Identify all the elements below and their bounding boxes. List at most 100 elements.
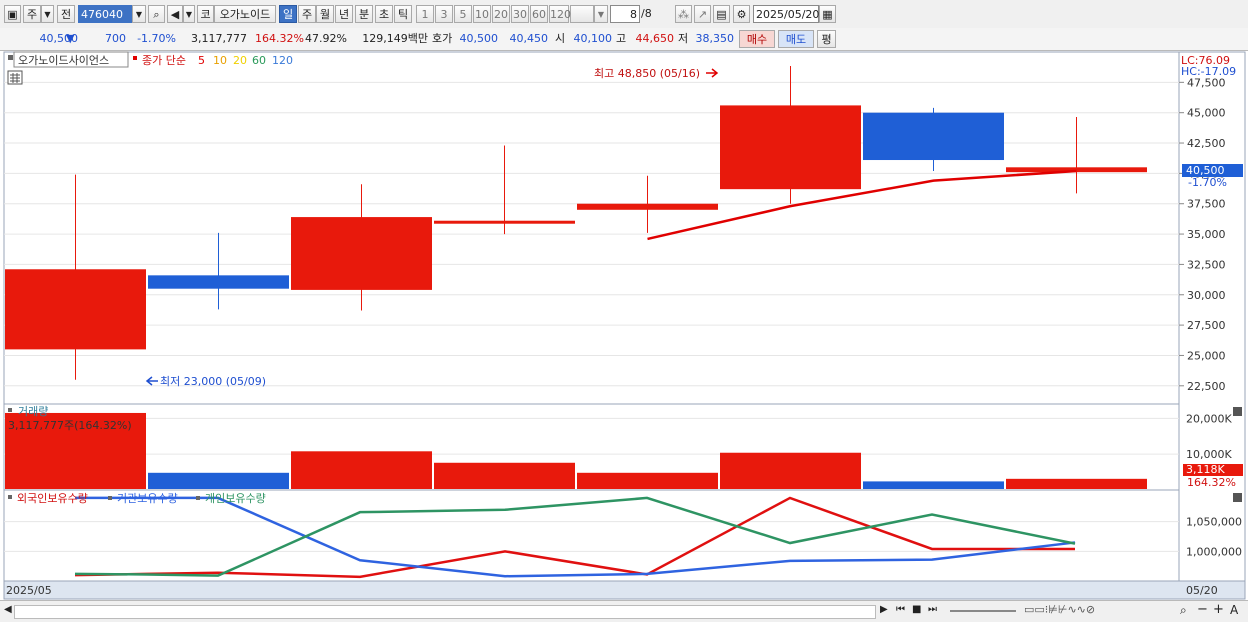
period-tab-3[interactable]: 년: [335, 5, 353, 23]
period-tab-4[interactable]: 분: [355, 5, 373, 23]
search-icon[interactable]: ⌕: [148, 5, 165, 23]
candle-body: [720, 105, 861, 190]
save-icon[interactable]: ▤: [713, 5, 730, 23]
price-axis-label: 35,000: [1187, 228, 1226, 241]
stock-code-input[interactable]: 476040: [78, 5, 132, 23]
candle-body: [577, 203, 718, 210]
stock-code-dropdown-icon[interactable]: ▼: [132, 5, 146, 23]
stock-legend-name: 오가노이드사이언스: [18, 54, 109, 67]
volume-ratio: 164.32%: [255, 32, 304, 45]
holdings-axis-label: 1,000,000: [1186, 545, 1242, 558]
interval-button-1[interactable]: 3: [435, 5, 453, 23]
count-total: /8: [641, 7, 652, 20]
volume-panel-close-icon[interactable]: [1233, 407, 1242, 416]
interval-button-3[interactable]: 10: [473, 5, 491, 23]
interval-button-6[interactable]: 60: [530, 5, 548, 23]
period-tab-1[interactable]: 주: [298, 5, 316, 23]
volume-bar: [434, 462, 575, 489]
price-change: 700: [105, 32, 126, 45]
zoom-slider[interactable]: [950, 610, 1016, 612]
zoom-in-icon[interactable]: +: [1213, 602, 1224, 617]
open-label: 시: [555, 32, 566, 45]
current-price-tag-pct: -1.70%: [1188, 176, 1227, 189]
interval-button-7[interactable]: 120: [549, 5, 571, 23]
period-tab-6[interactable]: 틱: [394, 5, 412, 23]
period-tab-2[interactable]: 월: [316, 5, 334, 23]
high-label: 고: [616, 32, 627, 45]
volume-bar: [720, 452, 861, 489]
legend-foreign-holdings: 외국인보유수량: [17, 492, 88, 505]
prev-button[interactable]: 전: [57, 5, 75, 23]
holdings-panel-close-icon[interactable]: [1233, 493, 1242, 502]
draw-tool-icon[interactable]: ↗: [694, 5, 711, 23]
scroll-left-icon[interactable]: ◀: [4, 604, 12, 615]
count-input[interactable]: 8: [610, 5, 640, 23]
candle-body: [863, 112, 1004, 161]
price-axis-label: 37,500: [1187, 198, 1226, 211]
candle-body: [5, 269, 146, 350]
legend-individual-holdings: 개인보유수량: [205, 492, 266, 505]
eval-button[interactable]: 평: [817, 30, 836, 48]
interval-button-2[interactable]: 5: [454, 5, 472, 23]
market-dropdown-icon[interactable]: ▼: [41, 5, 54, 23]
bid-price: 40,450: [509, 32, 549, 45]
ma-legend-item: 5: [198, 54, 205, 67]
low-price: 38,350: [695, 32, 735, 45]
holdings-axis-label: 1,050,000: [1186, 516, 1242, 529]
price-axis-label: 30,000: [1187, 289, 1226, 302]
buy-button[interactable]: 매수: [739, 30, 775, 48]
layout-icons[interactable]: ▭▭⁝⊭⊬∿∿⊘: [1024, 603, 1095, 616]
zoom-out-icon[interactable]: −: [1197, 602, 1208, 617]
interval-dropdown-icon[interactable]: ▼: [594, 5, 608, 23]
interval-custom-field[interactable]: [570, 5, 594, 23]
rewind-icon[interactable]: ⏮: [896, 604, 905, 615]
quote-bar: 40,500 ▼ 700 -1.70% 3,117,777 164.32% 47…: [0, 28, 1248, 51]
gear-icon[interactable]: ⚙: [733, 5, 750, 23]
ask-label: 호가: [432, 32, 453, 45]
market-select[interactable]: 주: [23, 5, 41, 23]
horizontal-scrollbar[interactable]: [14, 605, 876, 619]
zoom-search-icon[interactable]: ⌕: [1180, 603, 1187, 618]
ma-legend-bullet-icon: [133, 56, 137, 60]
text-size-icon[interactable]: A: [1230, 603, 1238, 617]
volume-bar: [1006, 478, 1147, 489]
market-type-badge[interactable]: 코: [197, 5, 214, 23]
interval-button-0[interactable]: 1: [416, 5, 434, 23]
high-note: 최고 48,850 (05/16): [594, 67, 700, 80]
period-tab-0[interactable]: 일: [279, 5, 297, 23]
ma-legend-prefix: 종가 단순: [142, 54, 186, 67]
date-input[interactable]: 2025/05/20: [753, 5, 819, 23]
ma-legend-item: 20: [233, 54, 247, 67]
open-price: 40,100: [573, 32, 613, 45]
speaker-dropdown-icon[interactable]: ▼: [183, 5, 195, 23]
volume-legend-bullet-icon: [8, 408, 12, 412]
price-change-pct: -1.70%: [137, 32, 176, 45]
volume-bar: [291, 451, 432, 489]
link-icon[interactable]: ⁂: [675, 5, 692, 23]
toolbar: ▣ 주 ▼ 전 476040 ▼ ⌕ ◀ ▼ 코 오가노이드 ▼ 8 /8 ⁂ …: [0, 0, 1248, 29]
chart-menu-icon[interactable]: ▣: [4, 5, 21, 23]
scroll-right-icon[interactable]: ▶: [880, 604, 888, 615]
price-axis-label: 47,500: [1187, 76, 1226, 89]
chart-area[interactable]: 47,50045,00042,50040,00037,50035,00032,5…: [0, 51, 1248, 600]
price-axis-label: 42,500: [1187, 137, 1226, 150]
forward-icon[interactable]: ⏭: [928, 604, 937, 615]
calendar-icon[interactable]: ▦: [819, 5, 836, 23]
interval-button-4[interactable]: 20: [492, 5, 510, 23]
price-axis-label: 32,500: [1187, 258, 1226, 271]
period-tab-5[interactable]: 초: [375, 5, 393, 23]
hc-label: HC:-17.09: [1181, 65, 1236, 78]
volume-bar: [863, 481, 1004, 489]
x-axis-start-label: 2025/05: [6, 584, 52, 597]
price-axis-label: 45,000: [1187, 107, 1226, 120]
holdings-legend-bullet-icon: [196, 496, 200, 500]
price-axis-label: 25,000: [1187, 349, 1226, 362]
volume-axis-label: 10,000K: [1186, 448, 1232, 461]
sell-button[interactable]: 매도: [778, 30, 814, 48]
interval-button-5[interactable]: 30: [511, 5, 529, 23]
candle-body: [291, 217, 432, 290]
volume-current-tag-value: 3,118K: [1186, 463, 1225, 476]
speaker-icon[interactable]: ◀: [167, 5, 183, 23]
stop-icon[interactable]: ■: [912, 604, 921, 615]
stock-name-field[interactable]: 오가노이드: [214, 5, 276, 23]
